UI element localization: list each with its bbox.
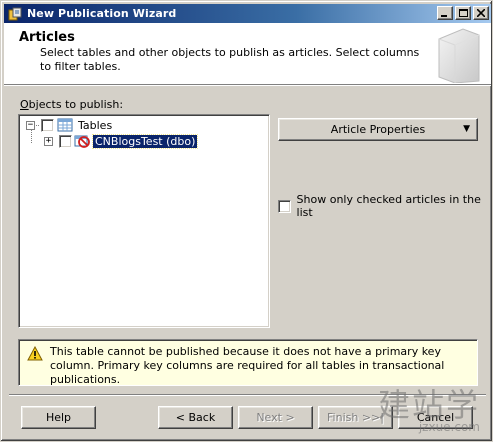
warning-panel: This table cannot be published because i…	[18, 339, 478, 386]
article-properties-label: Article Properties	[330, 123, 426, 136]
collapse-icon[interactable]: −	[26, 120, 35, 130]
next-button[interactable]: Next >	[238, 406, 313, 429]
objects-tree[interactable]: − Tables + CNBlogsTest (dbo)	[18, 114, 270, 328]
tree-node-label: Tables	[78, 118, 113, 132]
back-button[interactable]: < Back	[158, 406, 233, 429]
show-only-checked-label: Show only checked articles in the list	[296, 193, 481, 219]
window-title: New Publication Wizard	[27, 7, 177, 20]
show-only-checked-option[interactable]: Show only checked articles in the list	[278, 193, 492, 219]
help-button-label: Help	[45, 411, 72, 424]
warning-text: This table cannot be published because i…	[50, 345, 445, 386]
close-button[interactable]	[473, 6, 489, 20]
wizard-header: Articles Select tables and other objects…	[4, 23, 491, 86]
show-only-checked-checkbox[interactable]	[278, 199, 291, 213]
article-properties-dropdown[interactable]: Article Properties ▼	[278, 118, 478, 141]
maximize-icon	[458, 9, 468, 17]
help-button[interactable]: Help	[21, 406, 96, 429]
table-icon	[57, 118, 73, 132]
finish-button-label: Finish >>|	[327, 411, 384, 424]
tree-node-tables[interactable]: − Tables	[26, 117, 114, 133]
back-button-label: < Back	[175, 411, 216, 424]
close-icon	[477, 9, 485, 17]
expand-icon[interactable]: +	[44, 136, 53, 146]
warning-icon	[27, 345, 43, 364]
page-description: Select tables and other objects to publi…	[40, 46, 420, 73]
wizard-header-graphic	[433, 25, 485, 86]
objects-to-publish-label: Objects to publish:	[20, 98, 124, 111]
watermark: 建站学 jzxue.com	[378, 389, 480, 433]
page-title: Articles	[19, 30, 75, 45]
minimize-icon	[441, 15, 447, 17]
blocked-table-icon	[74, 134, 90, 148]
minimize-button[interactable]	[437, 6, 453, 20]
watermark-logo: 建站学	[377, 386, 480, 424]
tree-node-label: CNBlogsTest (dbo)	[91, 133, 199, 149]
wizard-window: New Publication Wizard Articles Select t…	[0, 0, 493, 442]
dropdown-arrow-icon: ▼	[463, 124, 470, 134]
tree-node-cnblogstest[interactable]: + CNBlogsTest (dbo)	[44, 133, 199, 149]
next-button-label: Next >	[256, 411, 295, 424]
title-bar[interactable]: New Publication Wizard	[4, 4, 491, 23]
tables-checkbox[interactable]	[41, 118, 54, 132]
app-icon	[7, 6, 23, 22]
cnblogstest-checkbox[interactable]	[59, 134, 72, 148]
maximize-button[interactable]	[455, 6, 471, 20]
